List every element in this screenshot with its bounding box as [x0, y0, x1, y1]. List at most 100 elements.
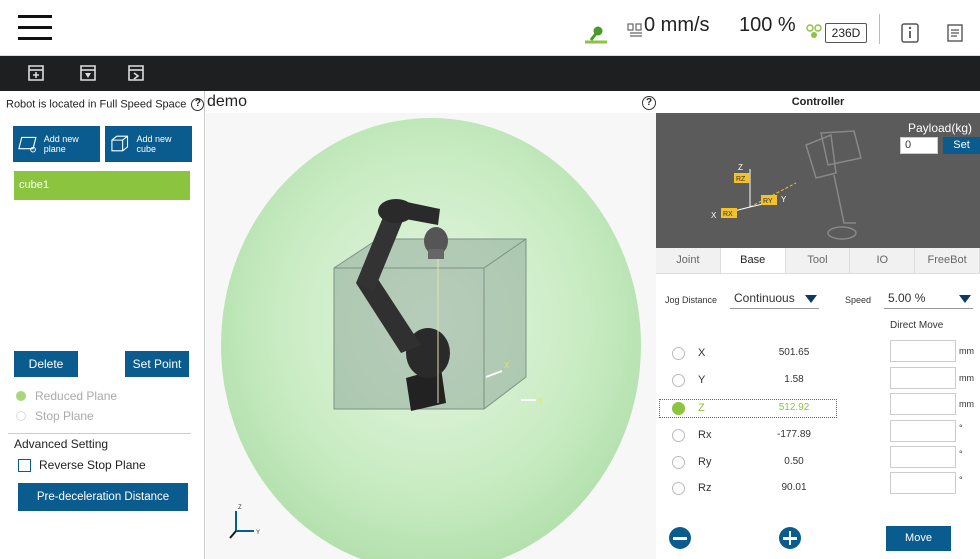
checkbox-box: [18, 458, 31, 472]
robot-scene: X Y Z Y: [221, 118, 641, 559]
new-file-icon[interactable]: [27, 64, 45, 82]
menu-icon[interactable]: [18, 15, 52, 41]
unit-label: mm: [959, 399, 974, 409]
axis-name: Y: [698, 374, 706, 386]
jog-distance-select[interactable]: Continuous: [730, 291, 819, 309]
open-file-icon[interactable]: [127, 64, 145, 82]
radio-rz[interactable]: [672, 482, 685, 495]
firmware-code-badge[interactable]: 236D: [825, 23, 867, 43]
direct-move-input-x[interactable]: [890, 340, 956, 362]
preview-rx-label: RX: [723, 211, 733, 218]
speed-value: 5.00 %: [888, 291, 926, 305]
speed-icon: [627, 23, 642, 37]
direct-move-input-y[interactable]: [890, 367, 956, 389]
axis-indicator: Z Y: [229, 505, 260, 539]
unit-label: °: [959, 423, 963, 433]
add-new-plane-button[interactable]: Add new plane: [13, 126, 100, 162]
radio-rx[interactable]: [672, 429, 685, 442]
scene-view: demo ? X Y Z Y: [206, 91, 656, 559]
tab-freebot[interactable]: FreeBot: [915, 248, 980, 273]
file-toolbar: [0, 56, 980, 91]
advanced-setting-heading: Advanced Setting: [14, 437, 109, 451]
stop-plane-label: Stop Plane: [35, 409, 94, 423]
direct-move-input-ry[interactable]: [890, 446, 956, 468]
help-icon[interactable]: ?: [642, 96, 656, 110]
payload-label: Payload(kg): [907, 121, 972, 135]
preview-z-label: Z: [738, 163, 743, 172]
cube-icon: [111, 135, 129, 152]
unit-label: °: [959, 449, 963, 459]
minus-button[interactable]: [669, 527, 691, 549]
network-icon: [806, 24, 822, 38]
direct-move-input-z[interactable]: [890, 393, 956, 415]
safety-space-panel: Robot is located in Full Speed Space ? A…: [0, 91, 205, 559]
list-item[interactable]: cube1: [14, 171, 190, 200]
controller-tabs: Joint Base Tool IO FreeBot: [656, 248, 980, 274]
axis-value: 0.50: [784, 456, 804, 467]
add-new-plane-label: Add new plane: [43, 134, 79, 154]
speed-select[interactable]: 5.00 %: [884, 291, 973, 309]
topbar-divider: [879, 14, 880, 44]
tab-base[interactable]: Base: [720, 248, 786, 273]
location-status: Robot is located in Full Speed Space ?: [6, 98, 205, 111]
tab-io[interactable]: IO: [850, 248, 916, 273]
direct-move-input-rz[interactable]: [890, 472, 956, 494]
3d-canvas[interactable]: X Y Z Y: [206, 113, 656, 559]
reduced-plane-label: Reduced Plane: [35, 389, 118, 403]
unit-label: °: [959, 475, 963, 485]
project-title: demo: [207, 93, 248, 110]
axis-name: Rz: [698, 482, 712, 494]
payload-set-button[interactable]: Set: [943, 137, 980, 154]
reduced-plane-radio[interactable]: Reduced Plane: [16, 389, 117, 403]
controller-panel: Controller Z RZ X RX RY Y Payload(kg) 0 …: [656, 91, 980, 559]
log-icon[interactable]: [947, 24, 963, 42]
tab-joint[interactable]: Joint: [656, 248, 721, 273]
move-button[interactable]: Move: [886, 526, 951, 551]
payload-input[interactable]: 0: [900, 137, 938, 154]
speed-label: Speed: [845, 295, 872, 305]
speed-percent: 100 %: [739, 14, 796, 36]
axis-value: 501.65: [778, 347, 810, 358]
radio-selected-indicator: [16, 391, 26, 401]
jog-distance-value: Continuous: [734, 291, 795, 305]
corner-axis-z-label: Z: [238, 505, 242, 511]
axis-value: 1.58: [784, 374, 804, 385]
robot-status-icon: [585, 26, 607, 44]
stop-plane-radio[interactable]: Stop Plane: [16, 409, 94, 423]
corner-axis-y-label: Y: [256, 530, 260, 536]
location-status-text: Robot is located in Full Speed Space: [6, 98, 187, 111]
info-icon[interactable]: [901, 23, 919, 43]
reverse-stop-plane-label: Reverse Stop Plane: [39, 458, 146, 472]
radio-ry[interactable]: [672, 456, 685, 469]
preview-rz-label: RZ: [736, 176, 746, 183]
save-file-icon[interactable]: [79, 64, 97, 82]
scene-axis-y-label: Y: [538, 396, 544, 405]
jog-distance-label: Jog Distance: [665, 295, 718, 305]
scene-axis-x-label: X: [504, 361, 510, 370]
direct-move-input-rx[interactable]: [890, 420, 956, 442]
axis-name: Z: [698, 402, 705, 414]
unit-label: mm: [959, 373, 974, 383]
chevron-down-icon: [805, 295, 817, 303]
top-bar: 0 mm/s 100 % 236D: [0, 0, 980, 56]
radio-x[interactable]: [672, 347, 685, 360]
radio-y[interactable]: [672, 374, 685, 387]
pre-deceleration-setting-button[interactable]: Pre-deceleration Distance Setting: [18, 483, 188, 531]
delete-button[interactable]: Delete: [14, 351, 78, 377]
help-icon[interactable]: ?: [191, 98, 205, 111]
chevron-down-icon: [959, 295, 971, 303]
add-new-cube-label: Add new cube: [136, 134, 172, 154]
set-point-button[interactable]: Set Point: [125, 351, 189, 377]
add-new-cube-button[interactable]: Add new cube: [105, 126, 192, 162]
axis-value: 90.01: [781, 482, 807, 493]
plane-icon: [18, 136, 37, 153]
axis-name: Ry: [698, 456, 712, 468]
radio-z[interactable]: [672, 402, 685, 415]
tab-tool[interactable]: Tool: [786, 248, 851, 273]
axis-value: 512.92: [778, 402, 810, 413]
speed-readout: 0 mm/s: [644, 14, 710, 36]
reverse-stop-plane-checkbox[interactable]: Reverse Stop Plane: [18, 458, 146, 472]
direct-move-label: Direct Move: [890, 320, 944, 331]
axis-name: Rx: [698, 429, 712, 441]
plus-button[interactable]: [779, 527, 801, 549]
